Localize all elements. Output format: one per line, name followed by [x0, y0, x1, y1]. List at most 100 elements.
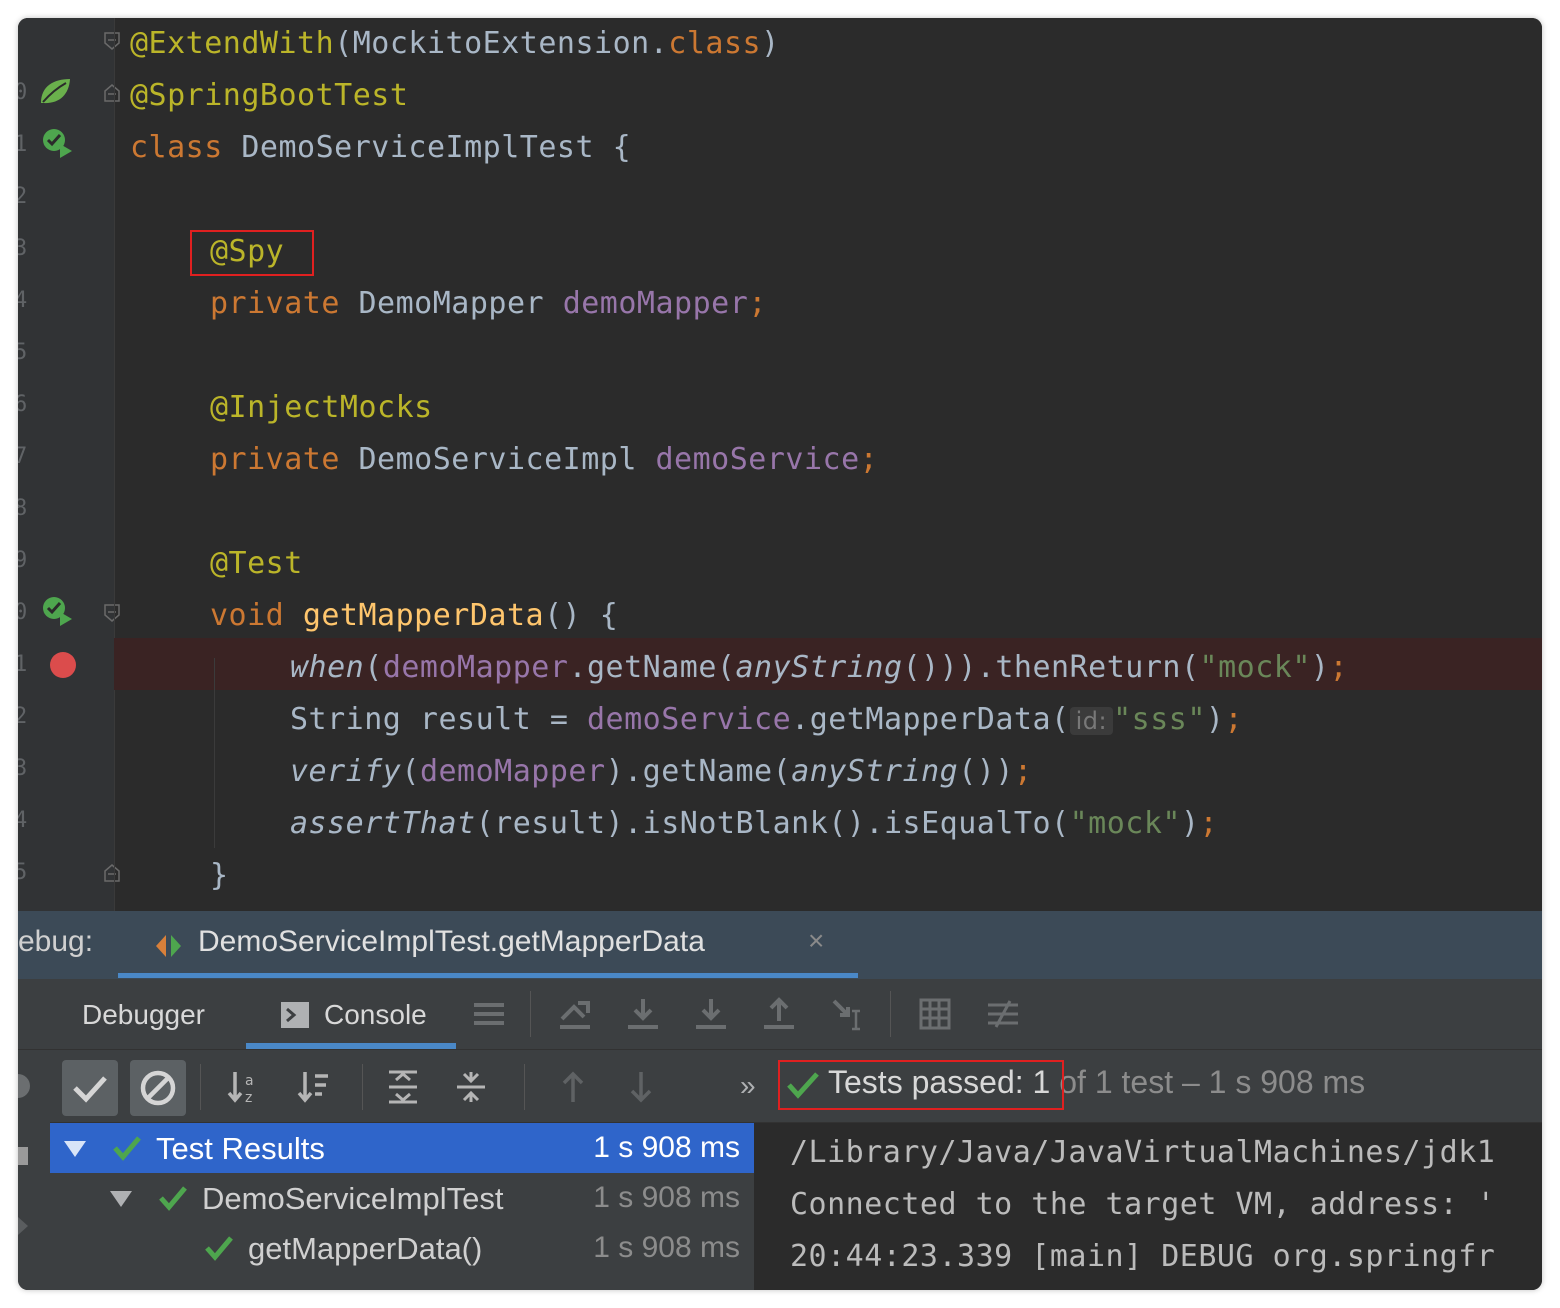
tab-debugger[interactable]: Debugger	[82, 999, 205, 1031]
code-editor[interactable]: 0 1 2 3 4 5 6 7 8 9 0 1 2 3 4 5 @ExtendW…	[18, 18, 1542, 911]
fold-marker-icon[interactable]	[104, 32, 120, 50]
code-line-13[interactable]: when(demoMapper.getName(anyString())).th…	[290, 642, 1348, 694]
string-token: "sss"	[1113, 702, 1206, 737]
next-failed-test-icon[interactable]	[624, 1070, 658, 1104]
run-to-cursor-icon[interactable]	[830, 997, 864, 1031]
tree-row-test-results[interactable]: Test Results 1 s 908 ms	[50, 1123, 754, 1173]
tree-row-duration: 1 s 908 ms	[593, 1131, 740, 1164]
code-token: (	[364, 650, 383, 685]
code-token: verify	[290, 754, 402, 789]
annotation-token: @SpringBootTest	[130, 78, 409, 113]
toolbar-separator	[362, 1064, 363, 1110]
debug-tool-window-header: ebug: DemoServiceImplTest.getMapperData …	[18, 911, 1542, 979]
run-test-class-icon[interactable]	[40, 126, 74, 160]
collapse-all-icon[interactable]	[454, 1070, 488, 1104]
tree-row-test-class[interactable]: DemoServiceImplTest 1 s 908 ms	[50, 1173, 754, 1223]
code-token: ;	[1329, 650, 1349, 685]
line-number: 5	[18, 860, 28, 885]
code-line-1[interactable]: @ExtendWith(MockitoExtension.class)	[130, 18, 780, 70]
editor-gutter[interactable]: 0 1 2 3 4 5 6 7 8 9 0 1 2 3 4 5	[18, 18, 114, 911]
pin-icon[interactable]	[18, 1211, 32, 1241]
code-token: () {	[544, 598, 619, 633]
line-number: 3	[18, 756, 28, 781]
keyword-token: class	[668, 26, 762, 61]
line-number: 9	[18, 548, 28, 573]
trace-streams-icon[interactable]	[986, 997, 1020, 1031]
console-line: Connected to the target VM, address: '	[790, 1187, 1496, 1222]
debugger-toolbar: Debugger Console	[18, 979, 1542, 1050]
code-token: (result).isNotBlank().isEqualTo(	[475, 806, 1070, 841]
code-line-6[interactable]: private DemoMapper demoMapper;	[210, 278, 767, 330]
code-token: String result =	[290, 702, 587, 737]
method-token: getMapperData	[302, 598, 545, 633]
field-token: demoMapper	[419, 754, 606, 789]
show-ignored-button[interactable]	[130, 1060, 186, 1116]
line-number: 4	[18, 288, 28, 313]
ignored-icon	[140, 1070, 176, 1106]
code-token: (MockitoExtension.	[334, 26, 669, 61]
tree-row-duration: 1 s 908 ms	[593, 1231, 740, 1264]
more-actions-icon[interactable]: »	[740, 1070, 756, 1102]
code-line-2[interactable]: @SpringBootTest	[130, 70, 408, 122]
keyword-token: private	[210, 286, 340, 321]
tree-row-test-method[interactable]: getMapperData() 1 s 908 ms	[50, 1223, 754, 1273]
code-line-17[interactable]: }	[210, 850, 229, 902]
fold-marker-icon[interactable]	[104, 84, 120, 102]
previous-failed-test-icon[interactable]	[556, 1070, 590, 1104]
code-token: )	[1180, 806, 1200, 841]
code-token: )	[1310, 650, 1330, 685]
check-icon	[159, 1186, 187, 1211]
close-icon[interactable]: ×	[808, 925, 824, 957]
check-icon	[113, 1136, 141, 1161]
line-number: 2	[18, 704, 28, 729]
string-token: "mock"	[1069, 806, 1181, 841]
sort-by-duration-icon[interactable]	[296, 1070, 330, 1104]
line-number: 7	[18, 444, 28, 469]
step-out-icon[interactable]	[762, 997, 796, 1031]
step-into-icon[interactable]	[694, 997, 728, 1031]
fold-marker-icon[interactable]	[104, 864, 120, 882]
layout-lines-icon[interactable]	[472, 997, 506, 1031]
code-token: ;	[748, 286, 767, 321]
tab-console[interactable]: Console	[324, 999, 427, 1031]
tests-summary-detail: of 1 test – 1 s 908 ms	[1050, 1064, 1366, 1100]
show-passed-button[interactable]	[62, 1060, 118, 1116]
console-line: 20:44:23.339 [main] DEBUG org.springfr	[790, 1239, 1496, 1274]
settings-icon[interactable]	[18, 1141, 32, 1171]
debug-session-tab[interactable]: DemoServiceImplTest.getMapperData ×	[118, 911, 858, 979]
line-number: 0	[18, 80, 28, 105]
code-line-11[interactable]: @Test	[210, 538, 303, 590]
code-line-3[interactable]: class DemoServiceImplTest {	[130, 122, 631, 174]
test-results-tree[interactable]: Test Results 1 s 908 ms DemoServiceImplT…	[50, 1123, 754, 1290]
debug-session-title: DemoServiceImplTest.getMapperData	[198, 925, 705, 958]
svg-text:a: a	[245, 1073, 254, 1089]
expand-all-icon[interactable]	[386, 1070, 420, 1104]
test-run-config-icon	[156, 935, 181, 957]
code-line-16[interactable]: assertThat(result).isNotBlank().isEqualT…	[290, 798, 1218, 850]
spy-highlight-box	[190, 230, 314, 276]
run-test-method-icon[interactable]	[40, 594, 74, 628]
code-line-12[interactable]: void getMapperData() {	[210, 590, 618, 642]
evaluate-expression-icon[interactable]	[918, 997, 952, 1031]
code-line-15[interactable]: verify(demoMapper).getName(anyString());	[290, 746, 1033, 798]
code-line-8[interactable]: @InjectMocks	[210, 382, 433, 434]
console-output[interactable]: /Library/Java/JavaVirtualMachines/jdk1 C…	[756, 1123, 1542, 1290]
stop-icon[interactable]	[18, 1071, 32, 1101]
spring-leaf-icon[interactable]	[38, 76, 72, 106]
code-line-9[interactable]: private DemoServiceImpl demoService;	[210, 434, 878, 486]
tree-row-label: Test Results	[156, 1131, 325, 1166]
code-token: DemoServiceImplTest {	[222, 130, 632, 165]
code-line-14[interactable]: String result = demoService.getMapperDat…	[290, 694, 1243, 746]
step-over-icon[interactable]	[626, 997, 660, 1031]
code-token: .getMapperData(	[791, 702, 1070, 737]
code-token: (	[401, 754, 420, 789]
expand-triangle-icon[interactable]	[64, 1141, 86, 1157]
svg-text:z: z	[245, 1090, 252, 1104]
code-token: }	[210, 858, 229, 893]
fold-marker-icon[interactable]	[104, 604, 120, 622]
sort-alphabetically-icon[interactable]: az	[226, 1070, 260, 1104]
expand-triangle-icon[interactable]	[110, 1191, 132, 1207]
breakpoint-icon[interactable]	[48, 650, 78, 680]
code-token: ;	[1013, 754, 1033, 789]
show-execution-point-icon[interactable]	[558, 997, 592, 1031]
